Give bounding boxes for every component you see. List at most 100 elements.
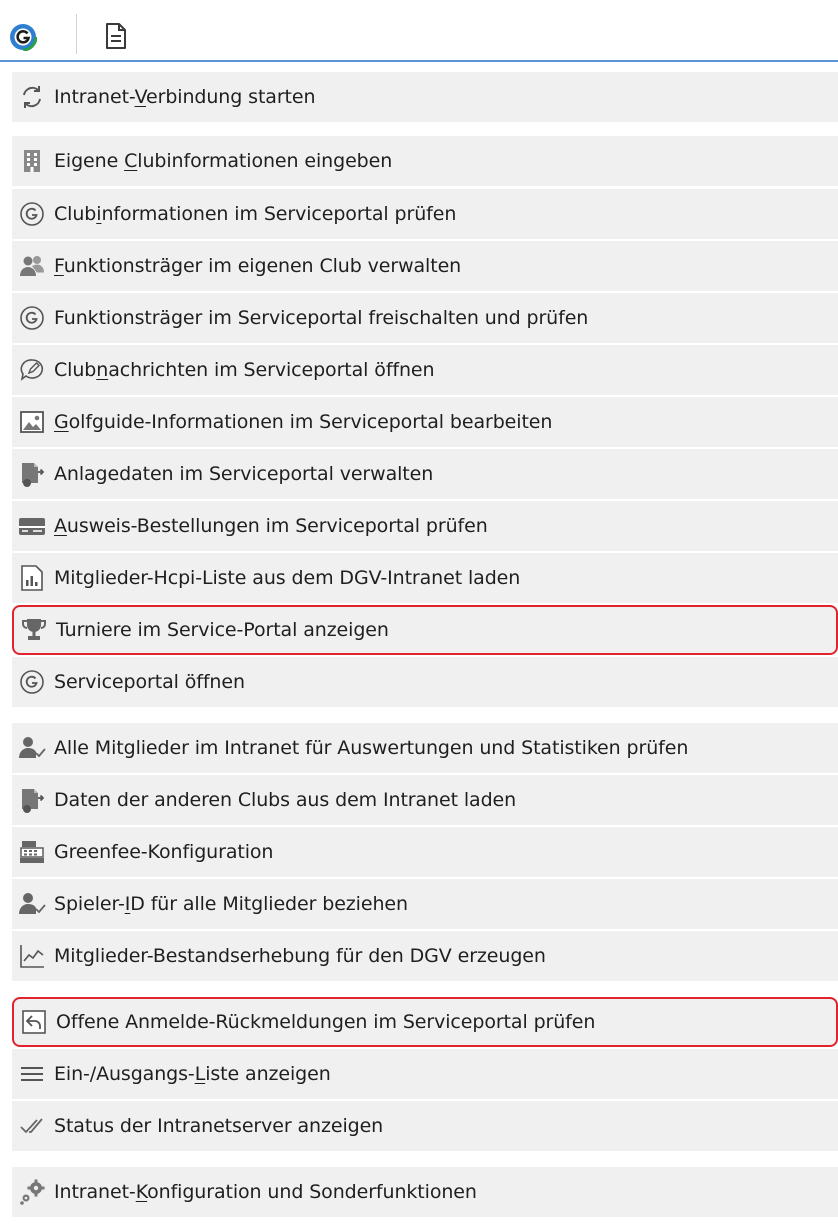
menu-item-label: Ein-/Ausgangs-Liste anzeigen: [54, 1063, 331, 1085]
chart-file-icon: [18, 564, 46, 592]
menu-item-label-prefix: Club: [54, 359, 97, 381]
menu-item[interactable]: Eigene Clubinformationen eingeben: [12, 136, 838, 186]
menu-item-label-text: iste anzeigen: [205, 1063, 331, 1085]
image-icon: [18, 408, 46, 436]
menu-item-label: Greenfee-Konfiguration: [54, 841, 273, 863]
menu-item-label-text: Mitglieder-Hcpi-Liste aus dem DGV-Intran…: [54, 567, 521, 589]
g-circle-icon: [18, 200, 46, 228]
menu-item[interactable]: Intranet-Konfiguration und Sonderfunktio…: [12, 1167, 838, 1217]
menu-item-label-text: Turniere im Service-Portal anzeigen: [56, 619, 389, 641]
menu-item-accelerator-key: V: [134, 86, 147, 108]
menu-item-accelerator-key: L: [194, 1063, 206, 1085]
menu-item-label-prefix: Club: [54, 203, 97, 225]
menu-item-label-prefix: Spieler-: [54, 893, 125, 915]
menu-item-label: Funktionsträger im Serviceportal freisch…: [54, 307, 588, 329]
menu-item[interactable]: Offene Anmelde-Rückmeldungen im Servicep…: [12, 997, 838, 1047]
toolbar: [0, 0, 838, 62]
menu-item-label-text: Serviceportal öffnen: [54, 671, 245, 693]
menu-item[interactable]: Greenfee-Konfiguration: [12, 827, 838, 877]
g-circle-icon: [18, 304, 46, 332]
menu-item-label-text: Offene Anmelde-Rückmeldungen im Servicep…: [56, 1011, 596, 1033]
menu-item[interactable]: Daten der anderen Clubs aus dem Intranet…: [12, 775, 838, 825]
menu-item-label: Eigene Clubinformationen eingeben: [54, 150, 392, 172]
cash-register-icon: [18, 838, 46, 866]
menu-item[interactable]: Ausweis-Bestellungen im Serviceportal pr…: [12, 501, 838, 551]
user-check-icon: [18, 734, 46, 762]
people-icon: [18, 252, 46, 280]
menu-item[interactable]: Spieler-ID für alle Mitglieder beziehen: [12, 879, 838, 929]
menu-item-accelerator-key: n: [96, 359, 109, 381]
course-data-icon: [18, 786, 46, 814]
menu-item-label-text: Status der Intranetserver anzeigen: [54, 1115, 384, 1137]
menu-item-accelerator-key: C: [124, 150, 138, 172]
menu-item-label-prefix: Intranet-: [54, 1181, 136, 1203]
gears-icon: [18, 1178, 46, 1206]
menu-item-label-text: Greenfee-Konfiguration: [54, 841, 274, 863]
sync-icon: [18, 83, 46, 111]
menu-item[interactable]: Turniere im Service-Portal anzeigen: [12, 605, 838, 655]
menu-item-label: Intranet-Verbindung starten: [54, 86, 316, 108]
dgv-golf-logo-icon[interactable]: [9, 23, 37, 51]
menu-item-label: Ausweis-Bestellungen im Serviceportal pr…: [54, 515, 488, 537]
message-icon: [18, 356, 46, 384]
menu-item-label-text: nformationen im Serviceportal prüfen: [101, 203, 457, 225]
menu-item-label-text: Daten der anderen Clubs aus dem Intranet…: [54, 789, 517, 811]
menu-item[interactable]: Clubinformationen im Serviceportal prüfe…: [12, 189, 838, 239]
g-circle-icon: [18, 668, 46, 696]
menu-item-label-text: onfiguration und Sonderfunktionen: [147, 1181, 477, 1203]
double-check-icon: [18, 1112, 46, 1140]
menu-item[interactable]: Status der Intranetserver anzeigen: [12, 1101, 838, 1151]
menu-item-accelerator-key: G: [54, 411, 69, 433]
menu-item-label: Anlagedaten im Serviceportal verwalten: [54, 463, 433, 485]
menu-item-label: Spieler-ID für alle Mitglieder beziehen: [54, 893, 408, 915]
menu-item-label-text: erbindung starten: [146, 86, 316, 108]
menu-item-label-text: usweis-Bestellungen im Serviceportal prü…: [66, 515, 488, 537]
card-icon: [18, 512, 46, 540]
menu-item-label: Serviceportal öffnen: [54, 671, 245, 693]
trophy-icon: [20, 616, 48, 644]
menu-item-accelerator-key: F: [54, 255, 64, 277]
menu-item-label-prefix: Eigene: [54, 150, 125, 172]
line-chart-icon: [18, 942, 46, 970]
menu-item[interactable]: Funktionsträger im eigenen Club verwalte…: [12, 241, 838, 291]
menu-item[interactable]: Mitglieder-Hcpi-Liste aus dem DGV-Intran…: [12, 553, 838, 603]
reply-icon: [20, 1008, 48, 1036]
menu-item[interactable]: Golfguide-Informationen im Serviceportal…: [12, 397, 838, 447]
menu-item-label-text: Funktionsträger im Serviceportal freisch…: [54, 307, 589, 329]
user-check-icon: [18, 890, 46, 918]
menu-item[interactable]: Ein-/Ausgangs-Liste anzeigen: [12, 1049, 838, 1099]
document-icon[interactable]: [105, 22, 127, 50]
toolbar-separator: [76, 14, 77, 54]
menu-item[interactable]: Mitglieder-Bestandserhebung für den DGV …: [12, 931, 838, 981]
list-icon: [18, 1060, 46, 1088]
menu-item-label-text: D für alle Mitglieder beziehen: [130, 893, 408, 915]
menu-item-label: Golfguide-Informationen im Serviceportal…: [54, 411, 552, 433]
menu-item[interactable]: Alle Mitglieder im Intranet für Auswertu…: [12, 723, 838, 773]
course-data-icon: [18, 460, 46, 488]
menu-item[interactable]: Anlagedaten im Serviceportal verwalten: [12, 449, 838, 499]
building-icon: [18, 147, 46, 175]
menu-item-label: Offene Anmelde-Rückmeldungen im Servicep…: [56, 1011, 595, 1033]
menu-item[interactable]: Funktionsträger im Serviceportal freisch…: [12, 293, 838, 343]
menu-item-label: Funktionsträger im eigenen Club verwalte…: [54, 255, 461, 277]
menu-item-label: Daten der anderen Clubs aus dem Intranet…: [54, 789, 516, 811]
menu-item[interactable]: Intranet-Verbindung starten: [12, 72, 838, 122]
menu-item-label: Clubnachrichten im Serviceportal öffnen: [54, 359, 435, 381]
menu-item-label-text: unktionsträger im eigenen Club verwalten: [63, 255, 462, 277]
menu-item-label-prefix: Intranet-: [54, 86, 135, 108]
menu-item-label: Turniere im Service-Portal anzeigen: [56, 619, 389, 641]
menu-item-accelerator-key: A: [54, 515, 67, 537]
menu-item-label: Intranet-Konfiguration und Sonderfunktio…: [54, 1181, 477, 1203]
menu-item[interactable]: Clubnachrichten im Serviceportal öffnen: [12, 345, 838, 395]
menu-item-label: Mitglieder-Bestandserhebung für den DGV …: [54, 945, 546, 967]
menu-item-label-text: Mitglieder-Bestandserhebung für den DGV …: [54, 945, 546, 967]
menu-item-label-prefix: Ein-/Ausgangs-: [54, 1063, 195, 1085]
menu-item-label: Mitglieder-Hcpi-Liste aus dem DGV-Intran…: [54, 567, 520, 589]
menu-item-label: Status der Intranetserver anzeigen: [54, 1115, 383, 1137]
menu-item-label-text: Alle Mitglieder im Intranet für Auswertu…: [54, 737, 689, 759]
menu-item-accelerator-key: K: [135, 1181, 148, 1203]
menu-item[interactable]: Serviceportal öffnen: [12, 657, 838, 707]
menu-item-label-text: lubinformationen eingeben: [137, 150, 393, 172]
menu-item-label: Clubinformationen im Serviceportal prüfe…: [54, 203, 456, 225]
menu-item-label-text: achrichten im Serviceportal öffnen: [108, 359, 435, 381]
